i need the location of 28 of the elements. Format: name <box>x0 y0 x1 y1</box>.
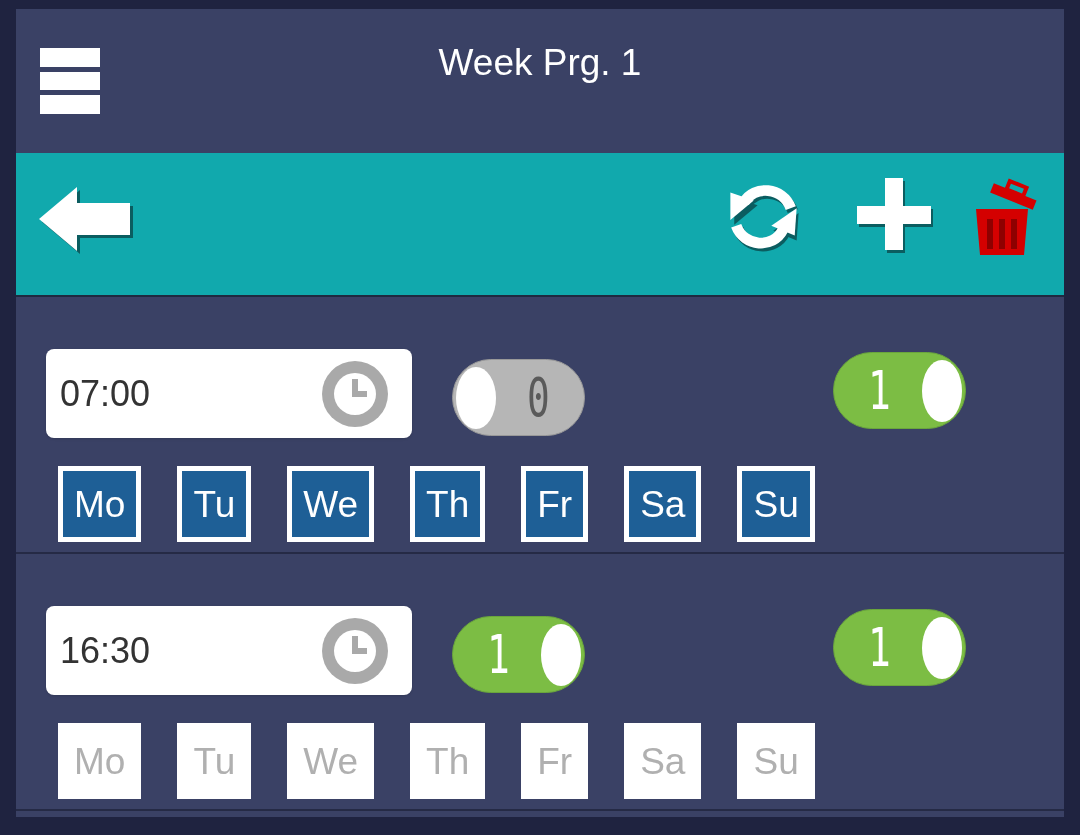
toggle-knob <box>922 616 962 679</box>
day-toggle[interactable]: We <box>287 723 375 799</box>
day-toggle[interactable]: Tu <box>177 466 252 542</box>
day-toggle[interactable]: We <box>287 466 375 542</box>
day-toggle[interactable]: Fr <box>521 466 589 542</box>
day-toggle[interactable]: Tu <box>177 723 252 799</box>
day-toggle[interactable]: Sa <box>624 466 702 542</box>
time-field[interactable]: 07:00 <box>46 349 412 438</box>
day-toggle[interactable]: Su <box>737 466 815 542</box>
screen-title: Week Prg. 1 <box>438 41 642 84</box>
day-toggle[interactable]: Th <box>410 466 486 542</box>
back-arrow-icon[interactable] <box>37 185 133 255</box>
plus-icon[interactable] <box>857 177 934 254</box>
day-toggle[interactable]: Mo <box>58 723 142 799</box>
toggle-switch[interactable]: 1 <box>833 609 966 686</box>
day-toggle[interactable]: Su <box>737 723 815 799</box>
toggle-knob <box>541 623 581 686</box>
day-toggle[interactable]: Mo <box>58 466 142 542</box>
toggle-switch[interactable]: 1 <box>452 616 585 693</box>
toggle-knob <box>456 366 496 429</box>
menu-icon[interactable] <box>40 48 100 114</box>
day-toggle[interactable]: Fr <box>521 723 589 799</box>
toggle-switch[interactable]: 1 <box>833 352 966 429</box>
day-toggle[interactable]: Th <box>410 723 486 799</box>
day-toggle[interactable]: Sa <box>624 723 702 799</box>
toggle-switch[interactable]: 0 <box>452 359 585 436</box>
time-field[interactable]: 16:30 <box>46 606 412 695</box>
toggle-knob <box>922 359 962 422</box>
